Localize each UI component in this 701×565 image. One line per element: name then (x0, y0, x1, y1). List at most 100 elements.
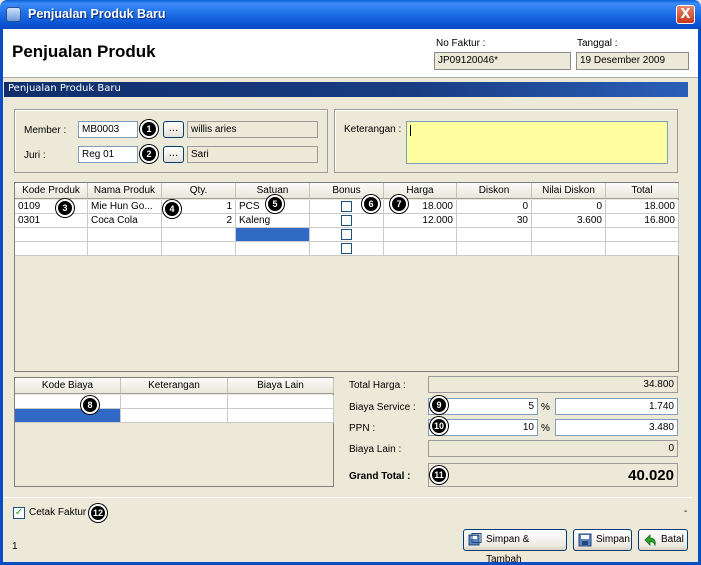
table-row-3-total[interactable] (606, 242, 679, 256)
total-harga-field: 34.800 (428, 376, 678, 393)
biaya-row-0-kode[interactable] (15, 395, 121, 409)
col-kode-produk[interactable]: Kode Produk (15, 183, 88, 199)
table-row-3-qty[interactable] (162, 242, 236, 256)
table-row-3-harga[interactable] (384, 242, 457, 256)
member-code-input[interactable]: MB0003 (78, 121, 138, 138)
col-qty[interactable]: Qty. (162, 183, 236, 199)
table-row-3-kode[interactable] (15, 242, 88, 256)
table-row-3-bonus[interactable] (310, 242, 384, 256)
col-total[interactable]: Total (606, 183, 679, 199)
member-panel (14, 109, 328, 173)
juri-name-field: Sari (187, 146, 318, 163)
biaya-row-1-kode[interactable] (15, 409, 121, 423)
table-row-0-diskon[interactable]: 0 (457, 200, 532, 214)
batal-button[interactable]: Batal (638, 529, 688, 551)
simpan-label: Simpan (596, 534, 630, 545)
table-row-2-kode[interactable] (15, 228, 88, 242)
table-row-0-kode[interactable]: 0109 (15, 200, 88, 214)
table-row-3-satuan[interactable] (236, 242, 310, 256)
biaya-grid[interactable]: Kode Biaya Keterangan Biaya Lain (14, 377, 334, 487)
biaya-lain-field: 0 (428, 440, 678, 457)
bonus-checkbox[interactable] (341, 243, 352, 254)
annotation-badge-7: 7 (390, 195, 408, 213)
save-add-icon (468, 533, 482, 546)
member-label: Member : (24, 125, 67, 136)
table-row-2-nama[interactable] (88, 228, 162, 242)
cetak-faktur-checkbox[interactable]: ✓ (13, 507, 25, 519)
biaya-service-value-field[interactable]: 1.740 (555, 398, 678, 415)
tanggal-field: 19 Desember 2009 (576, 52, 689, 70)
table-row-1-satuan[interactable]: Kaleng (236, 214, 310, 228)
col-biaya-lain[interactable]: Biaya Lain (228, 378, 334, 394)
annotation-badge-9: 9 (430, 396, 448, 414)
annotation-badge-4: 4 (163, 200, 181, 218)
biaya-lain-label: Biaya Lain : (349, 444, 402, 455)
col-kode-biaya[interactable]: Kode Biaya (15, 378, 121, 394)
biaya-row-0-keterangan[interactable] (121, 395, 228, 409)
bonus-checkbox[interactable] (341, 229, 352, 240)
table-row-2-bonus[interactable] (310, 228, 384, 242)
simpan-tambah-button[interactable]: Simpan & Tambah (463, 529, 567, 565)
annotation-badge-1: 1 (140, 120, 158, 138)
keterangan-textarea[interactable] (406, 121, 668, 164)
page-title: Penjualan Produk (12, 42, 156, 61)
tanggal-label: Tanggal : (577, 38, 618, 49)
biaya-row-0-biaya-lain[interactable] (228, 395, 334, 409)
col-nilai-diskon[interactable]: Nilai Diskon (532, 183, 606, 199)
cetak-faktur-label: Cetak Faktur (29, 507, 87, 518)
table-row-3-nilai-diskon[interactable] (532, 242, 606, 256)
table-row-2-nilai-diskon[interactable] (532, 228, 606, 242)
annotation-badge-12: 12 (89, 504, 107, 522)
table-row-1-diskon[interactable]: 30 (457, 214, 532, 228)
table-row-1-bonus[interactable] (310, 214, 384, 228)
col-nama-produk[interactable]: Nama Produk (88, 183, 162, 199)
juri-browse-button[interactable]: ... (163, 146, 184, 163)
status-number: 1 (12, 541, 18, 552)
table-row-2-harga[interactable] (384, 228, 457, 242)
col-diskon[interactable]: Diskon (457, 183, 532, 199)
table-row-2-total[interactable] (606, 228, 679, 242)
annotation-badge-5: 5 (266, 195, 284, 213)
annotation-badge-2: 2 (140, 145, 158, 163)
juri-code-input[interactable]: Reg 01 (78, 146, 138, 163)
table-row-3-nama[interactable] (88, 242, 162, 256)
annotation-badge-6: 6 (362, 195, 380, 213)
table-row-2-qty[interactable] (162, 228, 236, 242)
table-row-1-harga[interactable]: 12.000 (384, 214, 457, 228)
table-row-1-kode[interactable]: 0301 (15, 214, 88, 228)
total-harga-label: Total Harga : (349, 380, 406, 391)
biaya-row-1-keterangan[interactable] (121, 409, 228, 423)
ppn-label: PPN : (349, 423, 376, 434)
table-row-2-diskon[interactable] (457, 228, 532, 242)
table-row-2-satuan[interactable] (236, 228, 310, 242)
no-faktur-field: JP09120046* (434, 52, 571, 70)
pct-sign: % (541, 423, 550, 434)
table-row-0-nilai-diskon[interactable]: 0 (532, 200, 606, 214)
table-row-0-nama[interactable]: Mie Hun Go... (88, 200, 162, 214)
close-button[interactable]: X (676, 5, 695, 24)
bonus-checkbox[interactable] (341, 201, 352, 212)
ppn-value-field[interactable]: 3.480 (555, 419, 678, 436)
app-icon (6, 7, 21, 22)
table-row-1-nilai-diskon[interactable]: 3.600 (532, 214, 606, 228)
batal-label: Batal (661, 534, 684, 545)
member-name-field: willis aries (187, 121, 318, 138)
simpan-button[interactable]: Simpan (573, 529, 632, 551)
table-row-3-diskon[interactable] (457, 242, 532, 256)
member-browse-button[interactable]: ... (163, 121, 184, 138)
table-row-0-total[interactable]: 18.000 (606, 200, 679, 214)
keterangan-label: Keterangan : (344, 124, 402, 135)
table-row-1-total[interactable]: 16.800 (606, 214, 679, 228)
pct-sign: % (541, 402, 550, 413)
biaya-row-1-biaya-lain[interactable] (228, 409, 334, 423)
annotation-badge-3: 3 (56, 199, 74, 217)
annotation-badge-10: 10 (430, 417, 448, 435)
table-row-1-nama[interactable]: Coca Cola (88, 214, 162, 228)
col-keterangan-biaya[interactable]: Keterangan (121, 378, 228, 394)
status-dash: - (684, 506, 688, 517)
bonus-checkbox[interactable] (341, 215, 352, 226)
separator (4, 497, 692, 498)
section-header: Penjualan Produk Baru (4, 82, 688, 97)
product-grid[interactable]: Kode Produk Nama Produk Qty. Satuan Bonu… (14, 182, 679, 372)
annotation-badge-11: 11 (430, 466, 448, 484)
